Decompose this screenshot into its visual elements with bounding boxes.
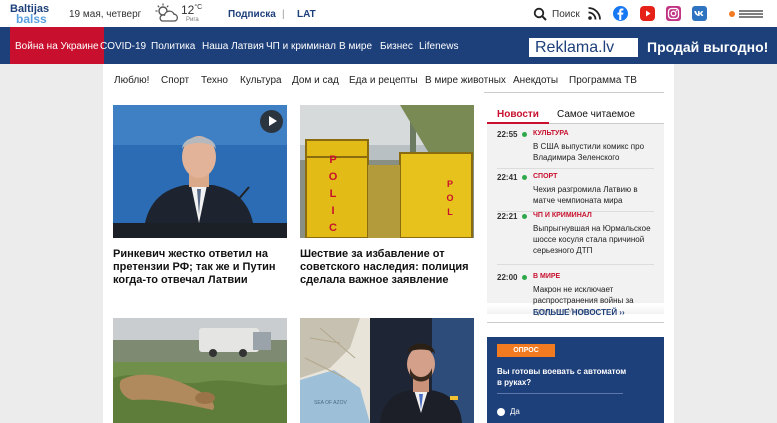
deer-road-photo xyxy=(113,318,287,423)
subnav-divider xyxy=(484,92,664,93)
youtube-icon[interactable] xyxy=(640,6,655,21)
svg-text:C: C xyxy=(329,222,337,234)
subnav-item-tech[interactable]: Техно xyxy=(201,75,228,86)
news-category[interactable]: СПОРТ xyxy=(533,173,557,180)
vk-icon[interactable] xyxy=(692,6,707,21)
poll-option-label[interactable]: Да xyxy=(510,407,520,416)
nav-item-world[interactable]: В мире xyxy=(339,41,372,52)
video-play-icon[interactable] xyxy=(260,110,283,133)
poll-divider xyxy=(497,393,623,394)
article-image-4[interactable]: SEA OF AZOV xyxy=(300,318,474,423)
map-broadcast-photo: SEA OF AZOV xyxy=(300,318,474,423)
subnav-item-home-garden[interactable]: Дом и сад xyxy=(292,75,339,86)
partly-cloudy-icon xyxy=(155,3,178,22)
news-category[interactable]: КУЛЬТУРА xyxy=(533,130,569,137)
map-label: SEA OF AZOV xyxy=(314,400,347,406)
news-title[interactable]: Выпрыгнувшая на Юрмальское шоссе косуля … xyxy=(533,223,651,256)
news-time: 22:00 xyxy=(497,273,518,282)
news-category[interactable]: ЧП И КРИМИНАЛ xyxy=(533,212,592,219)
current-date: 19 мая, четверг xyxy=(69,9,142,20)
nav-item-covid[interactable]: COVID-19 xyxy=(100,41,146,52)
nav-item-war-ukraine[interactable]: Война на Украине xyxy=(10,27,104,64)
reklama-banner[interactable]: Reklama.lv Продай выгодно! xyxy=(528,37,777,58)
police-sign-letters: P xyxy=(329,154,336,166)
facebook-icon[interactable] xyxy=(613,6,628,21)
tab-most-read[interactable]: Самое читаемое xyxy=(549,105,664,124)
article-image-2[interactable]: P O L I C P O L xyxy=(300,105,474,238)
svg-text:O: O xyxy=(446,193,453,203)
news-panel: Новости Самое читаемое 22:55 КУЛЬТУРА В … xyxy=(487,105,664,323)
news-title[interactable]: Чехия разгромила Латвию в матче чемпиона… xyxy=(533,184,651,206)
article-image-1[interactable] xyxy=(113,105,287,238)
subnav-item-tv[interactable]: Программа ТВ xyxy=(569,75,637,86)
tab-news[interactable]: Новости xyxy=(487,105,549,124)
subscribe-link[interactable]: Подписка xyxy=(228,9,276,20)
news-time: 22:41 xyxy=(497,173,518,182)
news-list: 22:55 КУЛЬТУРА В США выпустили комикс пр… xyxy=(487,124,664,316)
instagram-icon[interactable] xyxy=(666,6,681,21)
reklama-brand: Reklama.lv xyxy=(535,39,615,56)
logo-text-secondary: balss xyxy=(16,12,47,26)
subnav-item-love[interactable]: Люблю! xyxy=(114,75,149,86)
live-dot-icon xyxy=(522,275,527,280)
reklama-slogan: Продай выгодно! xyxy=(647,39,769,55)
article-image-3[interactable] xyxy=(113,318,287,423)
weather-temperature: 12°C xyxy=(181,3,203,17)
subnav-item-culture[interactable]: Культура xyxy=(240,75,282,86)
svg-text:O: O xyxy=(329,171,338,183)
nav-item-our-latvia[interactable]: Наша Латвия xyxy=(202,41,264,52)
top-bar: Baltijas balss 19 мая, четверг 12°C Рига… xyxy=(0,0,777,27)
poll-badge: ОПРОС xyxy=(497,344,555,357)
subnav-item-food[interactable]: Еда и рецепты xyxy=(349,75,418,86)
site-logo[interactable]: Baltijas balss xyxy=(10,3,58,26)
news-category[interactable]: В МИРЕ xyxy=(533,273,560,280)
nav-item-business[interactable]: Бизнес xyxy=(380,41,413,52)
article-headline-2[interactable]: Шествие за избавление от советского насл… xyxy=(300,248,474,287)
more-news-link[interactable]: БОЛЬШЕ НОВОСТЕЙ ›› xyxy=(533,308,625,317)
subnav-item-sport[interactable]: Спорт xyxy=(161,75,189,86)
news-divider xyxy=(497,168,654,169)
live-dot-icon xyxy=(522,132,527,137)
search-icon[interactable] xyxy=(533,7,547,21)
language-switch-lat[interactable]: LAT xyxy=(297,9,316,20)
news-time: 22:55 xyxy=(497,130,518,139)
news-title[interactable]: В США выпустили комикс про Владимира Зел… xyxy=(533,141,651,163)
poll-widget: ОПРОС Вы готовы воевать с автоматом в ру… xyxy=(487,337,664,423)
svg-text:P: P xyxy=(447,179,453,189)
reklama-logo: Reklama.lv xyxy=(528,37,639,58)
nav-item-lifenews[interactable]: Lifenews xyxy=(419,41,458,52)
nav-item-crime[interactable]: ЧП и криминал xyxy=(266,41,336,52)
rss-icon[interactable] xyxy=(587,6,602,21)
live-dot-icon xyxy=(522,175,527,180)
weather-city: Рига xyxy=(186,17,199,23)
nav-item-politics[interactable]: Политика xyxy=(151,41,195,52)
menu-toggle-icon[interactable] xyxy=(728,9,764,19)
search-label[interactable]: Поиск xyxy=(552,9,580,20)
article-headline-1[interactable]: Ринкевич жестко ответил на претензии РФ;… xyxy=(113,248,287,287)
news-divider xyxy=(497,264,654,265)
police-barrier-photo: P O L I C P O L xyxy=(300,105,474,238)
poll-option-radio[interactable] xyxy=(497,408,505,416)
svg-text:L: L xyxy=(447,207,453,217)
subnav-item-jokes[interactable]: Анекдоты xyxy=(513,75,558,86)
news-bottom-rule xyxy=(487,322,664,323)
svg-text:I: I xyxy=(331,205,334,217)
poll-question: Вы готовы воевать с автоматом в руках? xyxy=(497,367,627,387)
divider: | xyxy=(282,9,285,20)
live-dot-icon xyxy=(522,214,527,219)
subnav-item-animals[interactable]: В мире животных xyxy=(425,75,506,86)
news-time: 22:21 xyxy=(497,212,518,221)
page: Baltijas balss 19 мая, четверг 12°C Рига… xyxy=(0,0,777,423)
svg-text:L: L xyxy=(330,188,337,200)
